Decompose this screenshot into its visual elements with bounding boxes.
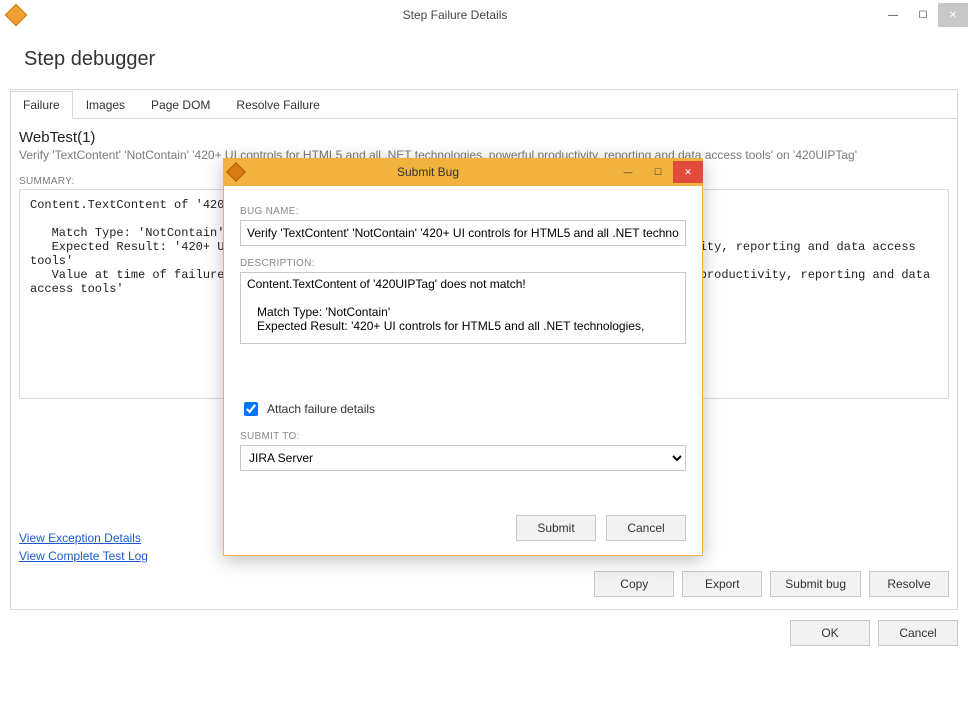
view-exception-link[interactable]: View Exception Details — [19, 531, 148, 545]
dialog-body: BUG NAME: DESCRIPTION: Attach failure de… — [223, 186, 703, 556]
export-button[interactable]: Export — [682, 571, 762, 597]
dialog-maximize-button[interactable]: ☐ — [643, 161, 673, 183]
footer-buttons: OK Cancel — [10, 610, 958, 646]
cancel-button[interactable]: Cancel — [878, 620, 958, 646]
dialog-window-buttons: — ☐ ✕ — [613, 161, 703, 183]
submit-to-label: SUBMIT TO: — [240, 431, 686, 442]
submit-to-select[interactable]: JIRA Server — [240, 445, 686, 471]
bug-name-label: BUG NAME: — [240, 206, 686, 217]
dialog-minimize-button[interactable]: — — [613, 161, 643, 183]
view-testlog-link[interactable]: View Complete Test Log — [19, 549, 148, 563]
dialog-submit-button[interactable]: Submit — [516, 515, 596, 541]
description-textarea[interactable] — [240, 272, 686, 344]
dialog-titlebar[interactable]: Submit Bug — ☐ ✕ — [223, 158, 703, 186]
attach-failure-checkbox[interactable] — [244, 402, 258, 416]
close-button[interactable]: ✕ — [938, 3, 968, 27]
window-title: Step Failure Details — [32, 8, 878, 22]
ok-button[interactable]: OK — [790, 620, 870, 646]
attach-failure-label: Attach failure details — [267, 402, 375, 416]
test-name: WebTest(1) — [19, 129, 949, 146]
window-titlebar: Step Failure Details — ☐ ✕ — [0, 0, 968, 30]
copy-button[interactable]: Copy — [594, 571, 674, 597]
tab-bar: Failure Images Page DOM Resolve Failure — [11, 90, 957, 119]
window-buttons: — ☐ ✕ — [878, 3, 968, 27]
description-label: DESCRIPTION: — [240, 258, 686, 269]
detail-links: View Exception Details View Complete Tes… — [19, 527, 148, 563]
dialog-cancel-button[interactable]: Cancel — [606, 515, 686, 541]
action-row: Copy Export Submit bug Resolve — [594, 571, 949, 597]
bug-name-input[interactable] — [240, 220, 686, 246]
attach-failure-row[interactable]: Attach failure details — [240, 399, 686, 419]
minimize-button[interactable]: — — [878, 3, 908, 27]
tab-page-dom[interactable]: Page DOM — [138, 90, 223, 118]
tab-images[interactable]: Images — [73, 90, 138, 118]
dialog-actions: Submit Cancel — [240, 515, 686, 541]
tab-failure[interactable]: Failure — [11, 91, 73, 119]
tab-resolve-failure[interactable]: Resolve Failure — [223, 90, 332, 118]
maximize-button[interactable]: ☐ — [908, 3, 938, 27]
page-title: Step debugger — [10, 34, 958, 89]
dialog-title: Submit Bug — [243, 165, 613, 179]
submit-bug-dialog: Submit Bug — ☐ ✕ BUG NAME: DESCRIPTION: … — [223, 158, 703, 556]
app-icon — [5, 4, 28, 27]
dialog-close-button[interactable]: ✕ — [673, 161, 703, 183]
submit-bug-button[interactable]: Submit bug — [770, 571, 861, 597]
resolve-button[interactable]: Resolve — [869, 571, 949, 597]
